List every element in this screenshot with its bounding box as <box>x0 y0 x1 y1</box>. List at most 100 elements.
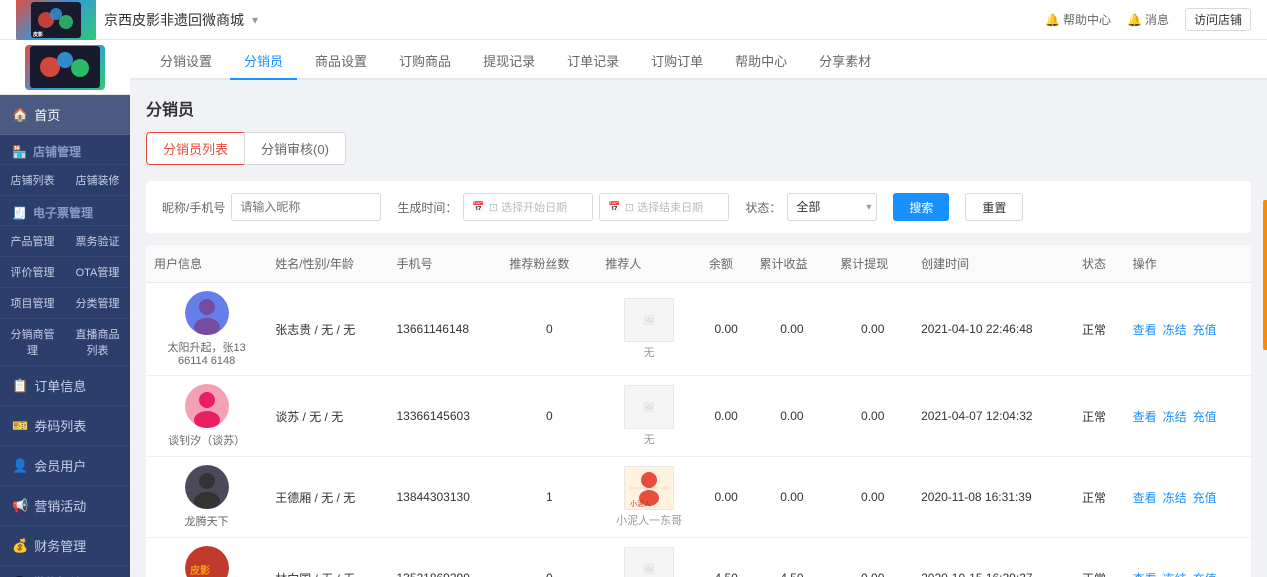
sidebar-item-shop-decoration[interactable]: 店铺装修 <box>65 165 130 196</box>
sidebar-group-shop: 🏪 店铺管理 <box>0 135 130 165</box>
sidebar-item-review-manage[interactable]: 评价管理 <box>0 257 65 288</box>
col-referrer: 推荐人 <box>597 245 701 283</box>
user-nickname-2: 龙腾天下 <box>185 513 229 529</box>
cell-name-gender-1: 谈苏 / 无 / 无 <box>267 376 388 457</box>
cell-earnings-0: 0.00 <box>751 283 832 376</box>
cell-actions-2: 查看 冻结 充值 <box>1125 457 1251 538</box>
action-recharge-0[interactable]: 充值 <box>1193 321 1217 338</box>
sidebar-item-order-info[interactable]: 📋 订单信息 <box>0 366 130 406</box>
tab-ti-xian-ji-lu[interactable]: 提现记录 <box>469 43 549 80</box>
status-select[interactable]: 全部 正常 冻结 <box>787 193 877 221</box>
cell-create-time-1: 2021-04-07 12:04:32 <box>913 376 1074 457</box>
action-view-3[interactable]: 查看 <box>1133 570 1157 577</box>
tab-fen-xiao-yuan[interactable]: 分销员 <box>230 43 297 80</box>
help-center-btn[interactable]: 🔔 帮助中心 <box>1045 11 1111 28</box>
sidebar-item-finance[interactable]: 💰 财务管理 <box>0 526 130 566</box>
shop-logo: 皮影 <box>16 0 96 42</box>
tab-ding-dan-ji-lu[interactable]: 订单记录 <box>553 43 633 80</box>
phone-filter-input[interactable] <box>231 193 381 221</box>
sidebar: 🏠 首页 🏪 店铺管理 店铺列表 店铺装修 🧾 电子票管理 产品管理 票务验证 … <box>0 40 130 577</box>
cell-status-1: 正常 <box>1074 376 1125 457</box>
sidebar-item-home[interactable]: 🏠 首页 <box>0 95 130 135</box>
col-total-earnings: 累计收益 <box>751 245 832 283</box>
sidebar-item-member-users[interactable]: 👤 会员用户 <box>0 446 130 486</box>
cell-actions-1: 查看 冻结 充值 <box>1125 376 1251 457</box>
cell-balance-1: 0.00 <box>701 376 752 457</box>
search-button[interactable]: 搜索 <box>893 193 949 221</box>
start-date-label: ⊡ 选择开始日期 <box>489 199 567 215</box>
tab-bang-zhu-zhong-xin[interactable]: 帮助中心 <box>721 43 801 80</box>
sidebar-item-ota-manage[interactable]: OTA管理 <box>65 257 130 288</box>
col-phone: 手机号 <box>388 245 501 283</box>
tab-ding-gou-shang-pin[interactable]: 订购商品 <box>385 43 465 80</box>
filter-phone-group: 昵称/手机号 <box>162 193 381 221</box>
end-date-picker[interactable]: 📅 ⊡ 选择结束日期 <box>599 193 729 221</box>
sidebar-item-marketing[interactable]: 📢 营销活动 <box>0 486 130 526</box>
sidebar-group-ticket: 🧾 电子票管理 <box>0 196 130 226</box>
tab-ding-gou-ding-dan[interactable]: 订购订单 <box>637 43 717 80</box>
user-avatar-0 <box>185 291 229 335</box>
cell-referrer-2: 小泥人 小泥人一东哥 <box>597 457 701 538</box>
cell-user-info-1: 谈钊汐（谈苏） <box>146 376 267 457</box>
svg-text:皮影: 皮影 <box>189 564 210 577</box>
action-view-0[interactable]: 查看 <box>1133 321 1157 338</box>
col-user-info: 用户信息 <box>146 245 267 283</box>
action-view-1[interactable]: 查看 <box>1133 408 1157 425</box>
action-freeze-1[interactable]: 冻结 <box>1163 408 1187 425</box>
action-freeze-2[interactable]: 冻结 <box>1163 489 1187 506</box>
shop-name-area[interactable]: 皮影 京西皮影非遗回微商城 ▾ <box>16 0 258 42</box>
sidebar-item-live-products[interactable]: 直播商品列表 <box>65 319 130 366</box>
top-header: 皮影 京西皮影非遗回微商城 ▾ 🔔 帮助中心 🔔 消息 访问店铺 <box>0 0 1267 40</box>
content-area: 分销设置 分销员 商品设置 订购商品 提现记录 订单记录 订购订单 帮助中心 分… <box>130 40 1267 577</box>
page-content: 分销员 分销员列表 分销审核(0) 昵称/手机号 生成时间： 📅 ⊡ 选择开始日… <box>130 80 1267 577</box>
table-row: 龙腾天下 王德厢 / 无 / 无 13844303130 1 小泥人 小泥人一东… <box>146 457 1251 538</box>
tab-fen-xiao-she-zhi[interactable]: 分销设置 <box>146 43 226 80</box>
cell-name-gender-3: 林向国 / 无 / 无 <box>267 538 388 577</box>
action-recharge-1[interactable]: 充值 <box>1193 408 1217 425</box>
dropdown-icon[interactable]: ▾ <box>252 13 258 27</box>
page-title: 分销员 <box>146 96 1251 120</box>
sidebar-ticket-sub: 产品管理 票务验证 评价管理 OTA管理 项目管理 分类管理 分销商管理 直播商… <box>0 226 130 366</box>
visit-store-button[interactable]: 访问店铺 <box>1185 8 1251 31</box>
shop-icon: 🏪 <box>12 145 27 159</box>
cell-phone-0: 13661146148 <box>388 283 501 376</box>
sidebar-item-distributor-manage[interactable]: 分销商管理 <box>0 319 65 366</box>
reset-button[interactable]: 重置 <box>965 193 1023 221</box>
end-date-label: ⊡ 选择结束日期 <box>625 199 703 215</box>
status-select-wrapper: 全部 正常 冻结 <box>787 193 877 221</box>
action-recharge-3[interactable]: 充值 <box>1193 570 1217 577</box>
action-recharge-2[interactable]: 充值 <box>1193 489 1217 506</box>
sidebar-item-coupon-list[interactable]: 🎫 券码列表 <box>0 406 130 446</box>
sidebar-item-category-manage[interactable]: 分类管理 <box>65 288 130 319</box>
sidebar-item-ticket-verify[interactable]: 票务验证 <box>65 226 130 257</box>
sub-tab-list[interactable]: 分销员列表 <box>146 132 244 165</box>
action-freeze-3[interactable]: 冻结 <box>1163 570 1187 577</box>
sidebar-item-home-label: 首页 <box>34 105 60 124</box>
action-freeze-0[interactable]: 冻结 <box>1163 321 1187 338</box>
svg-text:皮影: 皮影 <box>32 31 43 38</box>
time-filter-label: 生成时间： <box>397 199 457 216</box>
user-avatar-1 <box>185 384 229 428</box>
action-view-2[interactable]: 查看 <box>1133 489 1157 506</box>
cell-actions-0: 查看 冻结 充值 <box>1125 283 1251 376</box>
messages-btn[interactable]: 🔔 消息 <box>1127 11 1169 28</box>
filter-status-group: 状态： 全部 正常 冻结 <box>745 193 877 221</box>
col-fans: 推荐粉丝数 <box>501 245 597 283</box>
cell-user-info-0: 太阳升起，张1366114 6148 <box>146 283 267 376</box>
sub-tabs: 分销员列表 分销审核(0) <box>146 132 1251 165</box>
col-actions: 操作 <box>1125 245 1251 283</box>
calendar-icon-2: 📅 <box>608 202 620 213</box>
cell-fans-3: 0 <box>501 538 597 577</box>
sidebar-item-product-manage[interactable]: 产品管理 <box>0 226 65 257</box>
calendar-icon: 📅 <box>472 202 484 213</box>
sub-tab-review[interactable]: 分销审核(0) <box>244 132 346 165</box>
user-nickname-0: 太阳升起，张1366114 6148 <box>167 339 247 367</box>
svg-text:小泥人: 小泥人 <box>630 499 651 508</box>
order-icon: 📋 <box>12 378 28 394</box>
sidebar-item-shop-list[interactable]: 店铺列表 <box>0 165 65 196</box>
tab-shang-pin-she-zhi[interactable]: 商品设置 <box>301 43 381 80</box>
start-date-picker[interactable]: 📅 ⊡ 选择开始日期 <box>463 193 593 221</box>
tab-fen-xiang-su-cai[interactable]: 分享素材 <box>805 43 885 80</box>
member-icon: 👤 <box>12 458 28 474</box>
sidebar-item-project-manage[interactable]: 项目管理 <box>0 288 65 319</box>
